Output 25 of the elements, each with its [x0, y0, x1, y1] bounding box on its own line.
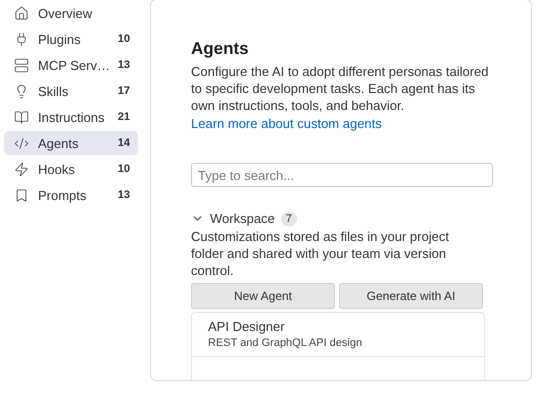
sidebar-item[interactable]: Hooks 10 — [4, 157, 138, 181]
page-title: Agents — [191, 39, 250, 59]
new-agent-button[interactable]: New Agent — [191, 283, 335, 309]
sidebar-item[interactable]: Agents 14 — [4, 131, 138, 155]
sidebar-item[interactable]: MCP Serv… 13 — [4, 53, 138, 77]
learn-more-link[interactable]: Learn more about custom agents — [191, 115, 382, 132]
section-title: Workspace — [210, 211, 275, 226]
generate-button[interactable]: Generate with AI — [339, 283, 483, 309]
server-icon — [14, 58, 28, 72]
section-description: Customizations stored as files in your project folder and shared with your team via version control. — [191, 228, 450, 279]
code-icon — [14, 136, 28, 150]
agent-description: REST and GraphQL API design — [208, 337, 364, 349]
page-description: Configure the AI to adopt different personas tailored to specific development tasks. Each agent has its own instructions, tools, and behavior. — [191, 63, 490, 114]
count-badge: 7 — [280, 212, 297, 226]
sidebar-item[interactable]: Plugins 10 — [4, 27, 138, 51]
house-icon — [14, 6, 28, 20]
book-icon — [14, 110, 28, 124]
sidebar-item[interactable]: Skills 17 — [4, 79, 138, 103]
sidebar-item[interactable]: Overview — [4, 1, 138, 25]
sidebar-item[interactable]: Prompts 13 — [4, 183, 138, 207]
sidebar-item[interactable]: Instructions 21 — [4, 105, 138, 129]
agent-name[interactable]: API Designer — [208, 319, 468, 334]
lightning-icon — [14, 162, 28, 176]
bookmark-icon — [14, 188, 28, 202]
search-field[interactable]: Type to search... — [191, 163, 493, 187]
